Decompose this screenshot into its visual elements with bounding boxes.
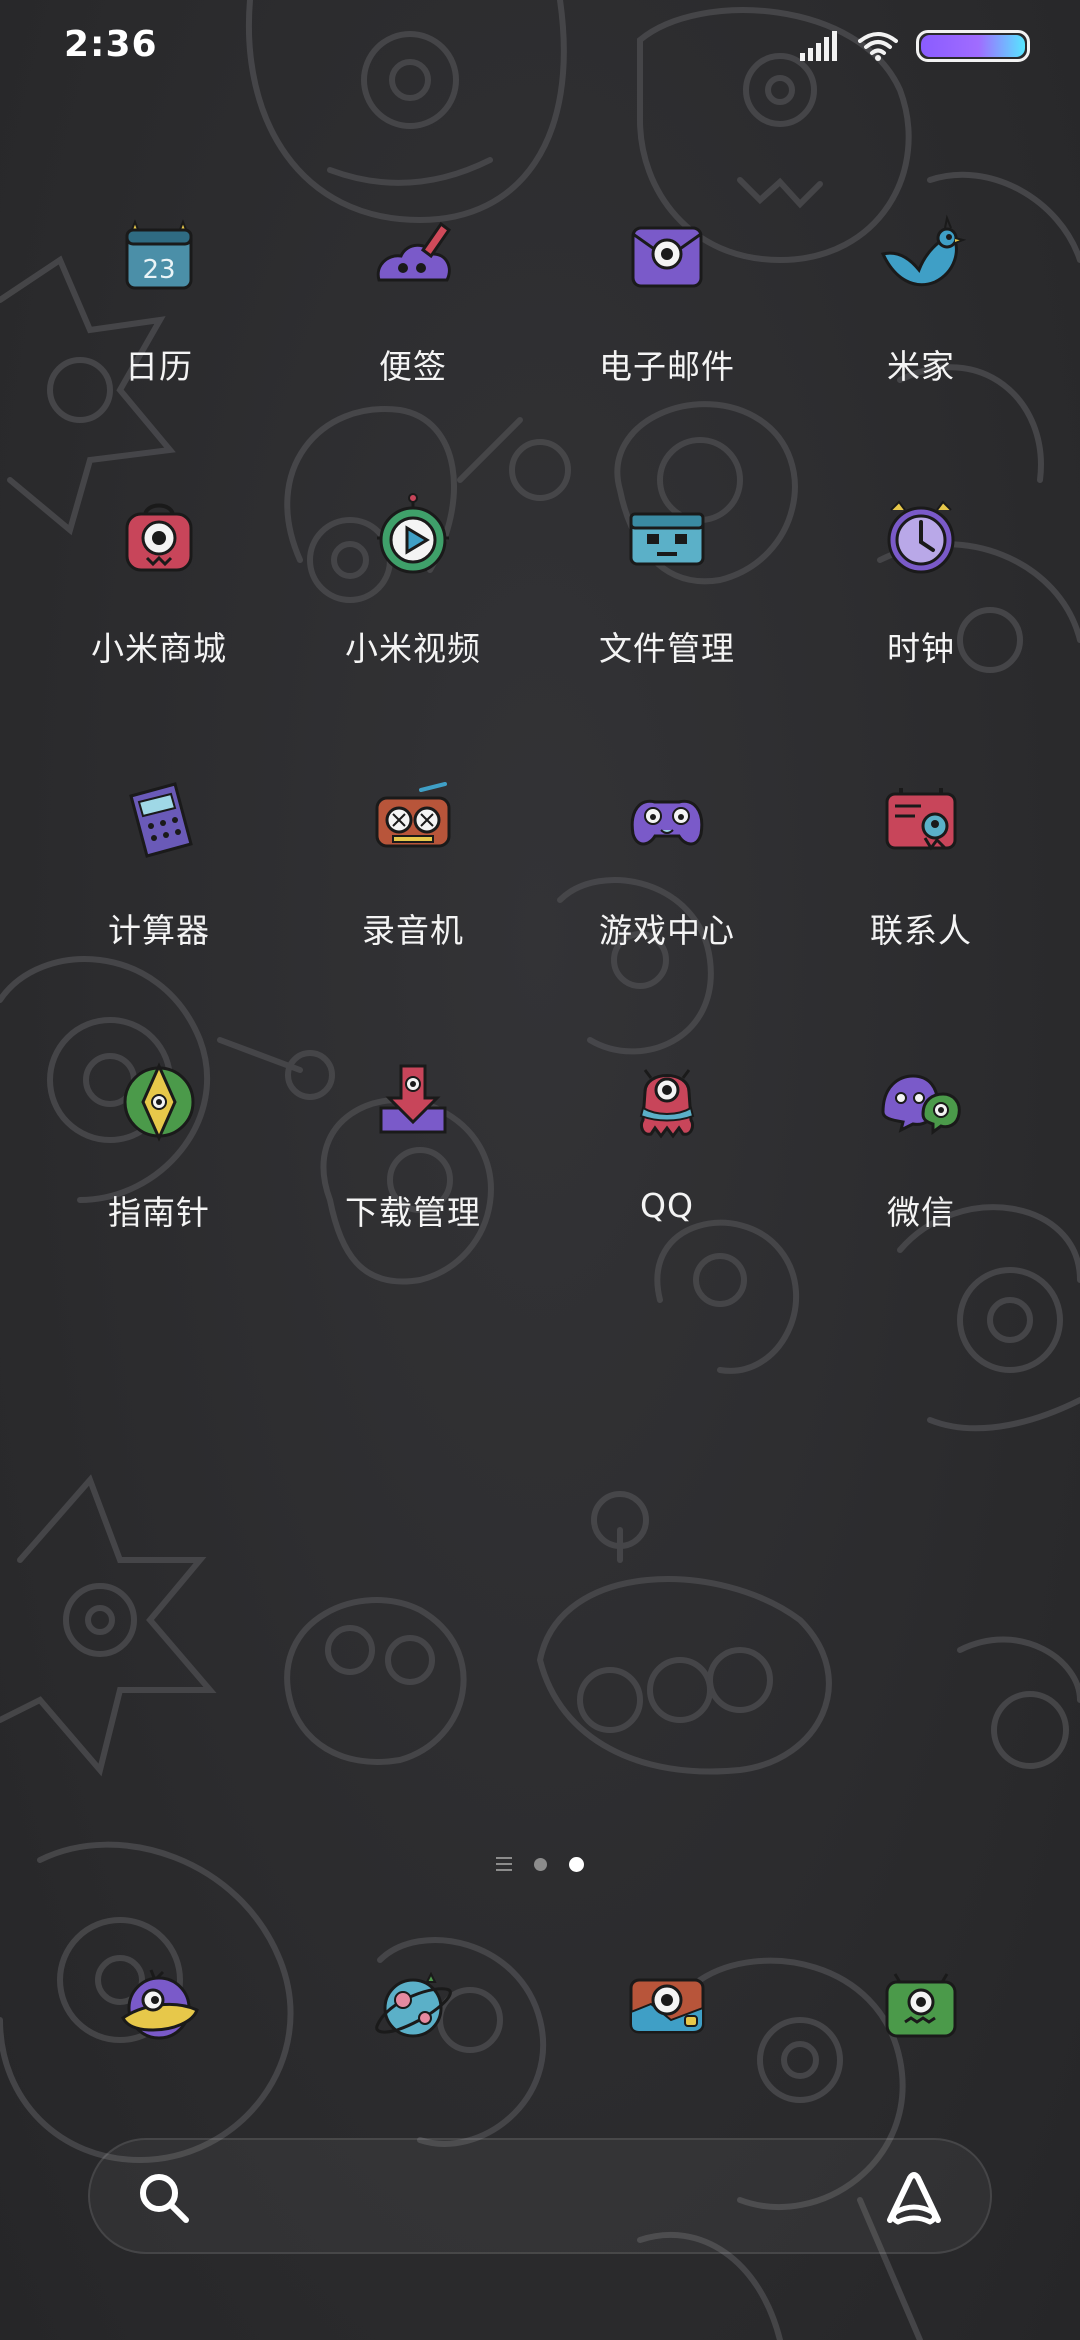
camera-icon: [629, 1978, 705, 2034]
messages-monster-icon: [885, 1973, 957, 2038]
app-label: 日历: [125, 347, 193, 386]
app-label: 计算器: [108, 911, 210, 950]
app-grid: 23 日历 便签 电子邮件 米家 小米商城 小米视频 文件管理 时钟 计算器 录…: [0, 210, 1080, 1242]
app-mi-store[interactable]: 小米商城: [32, 492, 286, 678]
app-file-manager[interactable]: 文件管理: [540, 492, 794, 678]
calculator-icon: [113, 774, 205, 866]
app-mi-video[interactable]: 小米视频: [286, 492, 540, 678]
app-label: QQ: [640, 1186, 694, 1225]
app-notes[interactable]: 便签: [286, 210, 540, 396]
browser-planet-icon: [375, 1971, 452, 2038]
app-calculator[interactable]: 计算器: [32, 774, 286, 960]
search-bar[interactable]: [88, 2138, 992, 2254]
recorder-icon: [367, 774, 459, 866]
dock-browser[interactable]: [286, 1956, 540, 2056]
mi-store-icon: [113, 492, 205, 584]
app-recorder[interactable]: 录音机: [286, 774, 540, 960]
app-label: 联系人: [870, 911, 972, 950]
app-label: 游戏中心: [599, 911, 735, 950]
page-indicator-menu-icon: [496, 1857, 512, 1871]
app-label: 录音机: [362, 911, 464, 950]
contacts-icon: [875, 774, 967, 866]
mijia-bird-icon: [875, 210, 967, 302]
home-screen: 2:36 23 日历 便签 电子邮件 米家 小米商城 小米视频 文件管理 时钟 …: [0, 0, 1080, 2340]
app-label: 小米视频: [345, 629, 481, 668]
search-icon[interactable]: [136, 2170, 192, 2226]
wechat-icon: [875, 1056, 967, 1148]
notes-icon: [367, 210, 459, 302]
app-label: 指南针: [108, 1193, 210, 1232]
mi-video-icon: [367, 492, 459, 584]
page-indicator[interactable]: [0, 1852, 1080, 1876]
app-mijia[interactable]: 米家: [794, 210, 1048, 396]
dock-camera[interactable]: [540, 1956, 794, 2056]
page-dot-active: [569, 1856, 584, 1872]
svg-text:23: 23: [142, 255, 175, 285]
download-manager-icon: [367, 1056, 459, 1148]
calendar-icon: 23: [113, 210, 205, 302]
app-label: 微信: [887, 1193, 955, 1232]
dock: [0, 1956, 1080, 2056]
status-icons: [800, 30, 1030, 62]
app-label: 小米商城: [91, 629, 227, 668]
qq-icon: [621, 1056, 713, 1148]
app-qq[interactable]: QQ: [540, 1056, 794, 1242]
compass-icon: [113, 1056, 205, 1148]
cellular-signal-icon: [800, 31, 837, 61]
game-center-icon: [621, 774, 713, 866]
wifi-icon: [858, 32, 898, 61]
file-manager-icon: [621, 492, 713, 584]
app-label: 下载管理: [345, 1193, 481, 1232]
app-download-manager[interactable]: 下载管理: [286, 1056, 540, 1242]
status-time: 2:36: [64, 24, 158, 65]
app-label: 便签: [379, 347, 447, 386]
dock-phone[interactable]: [32, 1956, 286, 2056]
battery-level: [921, 35, 1025, 57]
status-bar: 2:36: [0, 0, 1080, 95]
battery-icon: [916, 30, 1030, 62]
app-contacts[interactable]: 联系人: [794, 774, 1048, 960]
app-label: 时钟: [887, 629, 955, 668]
assistant-icon[interactable]: [882, 2168, 946, 2228]
app-label: 文件管理: [599, 629, 735, 668]
phone-monster-icon: [121, 1969, 199, 2040]
app-email[interactable]: 电子邮件: [540, 210, 794, 396]
app-label: 米家: [887, 347, 955, 386]
page-dot: [534, 1857, 547, 1871]
app-compass[interactable]: 指南针: [32, 1056, 286, 1242]
app-clock[interactable]: 时钟: [794, 492, 1048, 678]
app-wechat[interactable]: 微信: [794, 1056, 1048, 1242]
app-calendar[interactable]: 23 日历: [32, 210, 286, 396]
dock-messages[interactable]: [794, 1956, 1048, 2056]
email-icon: [621, 210, 713, 302]
app-game-center[interactable]: 游戏中心: [540, 774, 794, 960]
clock-icon: [875, 492, 967, 584]
app-label: 电子邮件: [599, 347, 735, 386]
